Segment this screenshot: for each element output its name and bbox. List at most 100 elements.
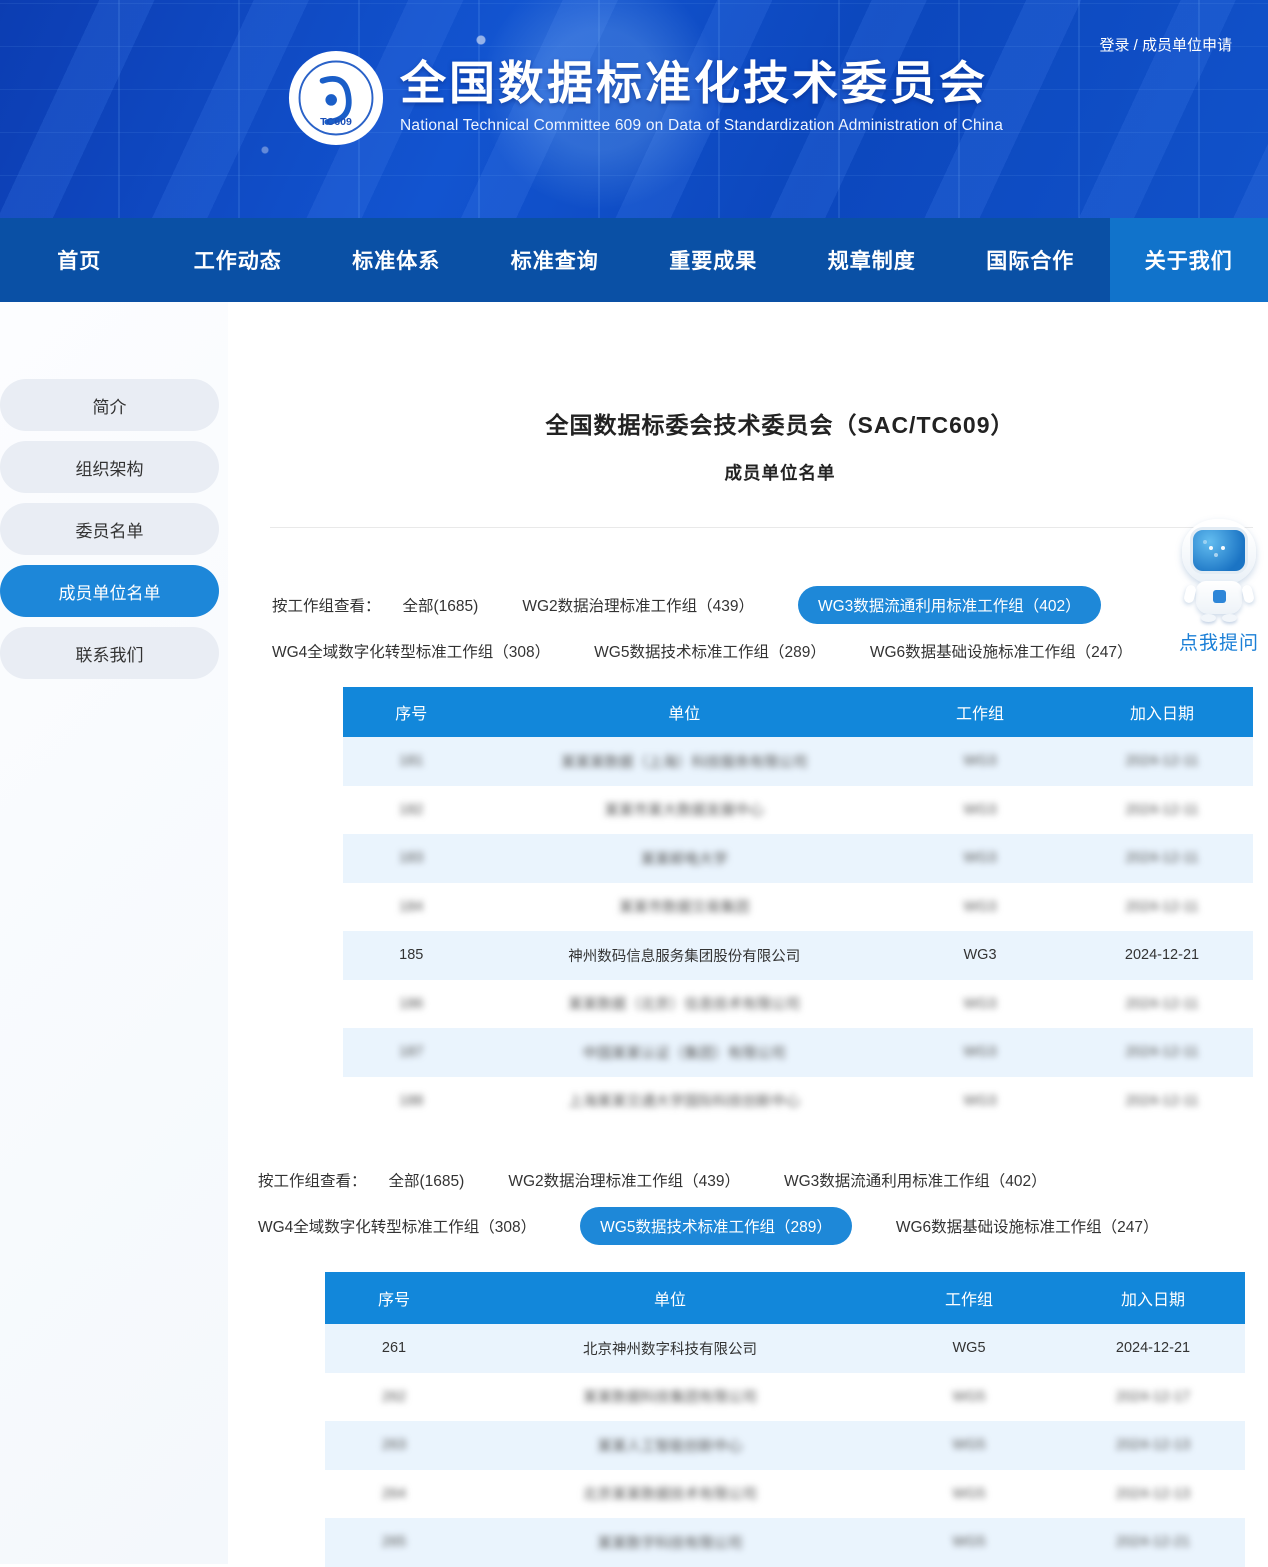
table-cell: WG5 (877, 1389, 1061, 1405)
table-cell: WG3 (889, 802, 1071, 818)
sidebar-item[interactable]: 成员单位名单 (0, 565, 219, 617)
table-cell: 某某人工智能创新中心 (463, 1435, 877, 1456)
cell-text: 263 (382, 1437, 406, 1453)
cell-text: 265 (382, 1534, 406, 1550)
filter-tab[interactable]: WG6数据基础设施标准工作组（247） (896, 1215, 1159, 1237)
table-cell: 186 (343, 996, 480, 1012)
filter-tab[interactable]: 全部(1685) (389, 1169, 465, 1191)
filter-tab[interactable]: WG4全域数字化转型标准工作组（308） (258, 1215, 536, 1237)
cell-text: 神州数码信息服务集团股份有限公司 (568, 949, 800, 965)
cell-text: 2024-12-11 (1125, 899, 1198, 915)
table-row: 184某某市数据交易集团WG32024-12-11 (343, 883, 1253, 932)
filter-tab[interactable]: WG5数据技术标准工作组（289） (594, 640, 826, 662)
column-header: 单位 (463, 1286, 877, 1310)
member-table-wg3: 序号单位工作组加入日期181某某某数据（上海）科技服务有限公司WG32024-1… (343, 687, 1253, 1125)
table-cell: 184 (343, 899, 480, 915)
cell-text: 2024-12-13 (1116, 1437, 1190, 1453)
cell-text: 2024-12-17 (1116, 1389, 1190, 1405)
filter-tab[interactable]: WG3数据流通利用标准工作组（402） (798, 586, 1101, 624)
filter-tab[interactable]: WG4全域数字化转型标准工作组（308） (272, 640, 550, 662)
cell-text: WG5 (952, 1389, 985, 1405)
table-cell: 262 (325, 1389, 463, 1405)
main-navigation: 首页工作动态标准体系标准查询重要成果规章制度国际合作关于我们 (0, 218, 1268, 302)
nav-item-7[interactable]: 关于我们 (1110, 218, 1268, 302)
ask-me-label[interactable]: 点我提问 (1173, 628, 1265, 655)
filter-line: WG4全域数字化转型标准工作组（308） WG5数据技术标准工作组（289） WG6… (272, 631, 1132, 671)
filter-tab[interactable]: WG3数据流通利用标准工作组（402） (784, 1169, 1047, 1191)
sidebar-item[interactable]: 组织架构 (0, 441, 219, 493)
cell-text: 北京某某数据技术有限公司 (583, 1487, 757, 1503)
cell-text: 2024-12-11 (1125, 850, 1198, 866)
filter-tab[interactable]: WG5数据技术标准工作组（289） (580, 1207, 852, 1245)
table-cell: WG3 (889, 1044, 1071, 1060)
sidebar-item[interactable]: 委员名单 (0, 503, 219, 555)
table-row: 263 某某人工智能创新中心 WG5 2024-12-13 (325, 1421, 1245, 1470)
table-cell: 2024-12-11 (1071, 899, 1253, 915)
table-cell: 263 (325, 1437, 463, 1453)
nav-item-4[interactable]: 重要成果 (634, 218, 793, 302)
table-cell: WG3 (889, 899, 1071, 915)
cell-text: WG3 (963, 850, 996, 866)
nav-item-0[interactable]: 首页 (0, 218, 159, 302)
table-cell: 2024-12-11 (1071, 1093, 1253, 1109)
site-title: 全国数据标准化技术委员会 (400, 60, 1003, 106)
cell-text: 某某某数据（上海）科技服务有限公司 (561, 755, 808, 771)
filter-tab[interactable]: WG2数据治理标准工作组（439） (522, 594, 754, 616)
filter-tab[interactable]: WG6数据基础设施标准工作组（247） (870, 640, 1133, 662)
table-row: 187 中国某某认证（集团）有限公司 WG32024-12-11 (343, 1028, 1253, 1077)
table-cell: 2024-12-11 (1071, 1044, 1253, 1060)
workgroup-filter-section-2: 按工作组查看：全部(1685)WG2数据治理标准工作组（439）WG3数据流通利… (258, 1160, 1138, 1252)
cell-text: 某某人工智能创新中心 (598, 1439, 743, 1455)
logo-tc609-text: TC609 (320, 116, 352, 128)
nav-item-5[interactable]: 规章制度 (793, 218, 952, 302)
nav-item-1[interactable]: 工作动态 (159, 218, 318, 302)
robot-face-screen (1190, 527, 1248, 574)
nav-item-6[interactable]: 国际合作 (951, 218, 1110, 302)
chat-assistant[interactable]: 点我提问 (1173, 519, 1265, 655)
sidebar-item[interactable]: 联系我们 (0, 627, 219, 679)
login-link[interactable]: 登录 (1099, 37, 1129, 54)
nav-item-3[interactable]: 标准查询 (476, 218, 635, 302)
table-header-row: 序号单位工作组加入日期 (325, 1272, 1245, 1324)
table-cell: 185 (343, 947, 480, 963)
table-cell: WG5 (877, 1437, 1061, 1453)
cell-text: 中国某某认证（集团）有限公司 (583, 1046, 786, 1062)
cell-text: WG5 (952, 1486, 985, 1502)
table-row: 264北京某某数据技术有限公司WG52024-12-13 (325, 1470, 1245, 1519)
cell-text: 2024-12-11 (1125, 802, 1198, 818)
tc609-logo[interactable]: TC609 (288, 50, 384, 146)
filter-tab[interactable]: 全部(1685) (403, 594, 479, 616)
table-cell: 2024-12-13 (1061, 1437, 1245, 1453)
cell-text: 188 (399, 1093, 423, 1109)
cell-text: 2024-12-13 (1116, 1486, 1190, 1502)
sidebar-item[interactable]: 简介 (0, 379, 219, 431)
robot-mascot-icon[interactable] (1179, 519, 1259, 621)
table-cell: 182 (343, 802, 480, 818)
table-cell: 187 (343, 1044, 480, 1060)
site-brand: TC609 全国数据标准化技术委员会 National Technical Co… (288, 50, 1003, 146)
robot-feet (1201, 614, 1237, 622)
table-cell: 2024-12-21 (1061, 1534, 1245, 1550)
table-cell: 某某某数据（上海）科技服务有限公司 (480, 751, 890, 772)
table-cell: 2024-12-13 (1061, 1486, 1245, 1502)
table-row: 185神州数码信息服务集团股份有限公司WG32024-12-21 (343, 931, 1253, 980)
table-cell: WG5 (877, 1486, 1061, 1502)
filter-tab[interactable]: WG2数据治理标准工作组（439） (508, 1169, 740, 1191)
column-header: 工作组 (889, 700, 1071, 724)
cell-text: WG3 (963, 996, 996, 1012)
cell-text: 184 (399, 899, 423, 915)
workgroup-filter-section-1: 按工作组查看：全部(1685)WG2数据治理标准工作组（439）WG3数据流通利… (272, 585, 1132, 677)
nav-item-2[interactable]: 标准体系 (317, 218, 476, 302)
section-divider (270, 527, 1253, 528)
cell-text: 182 (399, 802, 423, 818)
brand-text: 全国数据标准化技术委员会 National Technical Committe… (400, 50, 1003, 135)
table-cell: 上海某某交通大学国际科技创新中心 (480, 1090, 890, 1111)
cell-text: 261 (382, 1340, 406, 1356)
column-header: 加入日期 (1071, 700, 1253, 724)
member-table-wg5: 序号单位工作组加入日期261北京神州数字科技有限公司WG52024-12-212… (325, 1272, 1245, 1567)
member-apply-link[interactable]: 成员单位申请 (1142, 37, 1232, 54)
table-row: 186某某数据（北京）信息技术有限公司WG32024-12-11 (343, 980, 1253, 1029)
cell-text: 186 (399, 996, 423, 1012)
page-title: 全国数据标委会技术委员会（SAC/TC609） (280, 406, 1268, 440)
cell-text: 2024-12-21 (1116, 1534, 1190, 1550)
